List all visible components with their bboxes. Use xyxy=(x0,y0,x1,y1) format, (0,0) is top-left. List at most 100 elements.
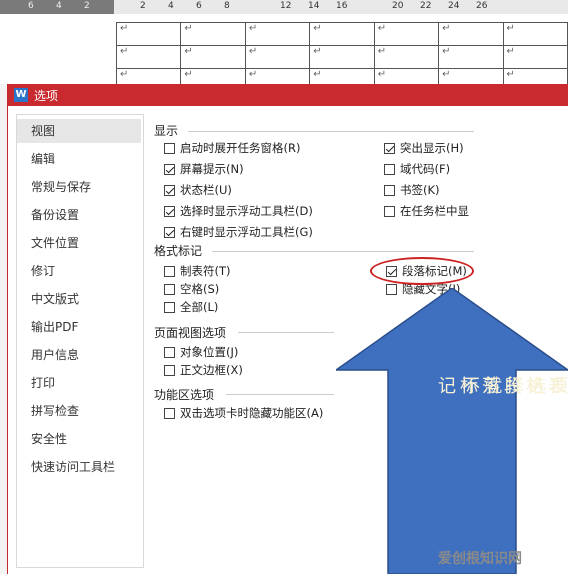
ruler-tick-label: 20 xyxy=(392,1,404,11)
ruler-tick-label: 4 xyxy=(168,1,174,11)
ruler-tick-label: 2 xyxy=(84,1,90,11)
checkbox-unchecked[interactable] xyxy=(164,302,175,313)
checkbox-unchecked[interactable] xyxy=(164,266,175,277)
highlight-circle xyxy=(370,257,474,285)
table-cell[interactable]: ↵ xyxy=(115,22,182,46)
ruler-tick-label: 24 xyxy=(448,1,460,11)
sidebar-item[interactable]: 视图 xyxy=(17,119,141,143)
table-cell[interactable]: ↵ xyxy=(244,22,311,46)
checkbox-checked[interactable] xyxy=(164,164,175,175)
option-label: 启动时展开任务窗格(R) xyxy=(180,141,301,155)
checkbox-unchecked[interactable] xyxy=(164,408,175,419)
watermark-text: 爱创根知识网 xyxy=(438,551,522,567)
section-divider xyxy=(212,251,474,252)
option-label: 域代码(F) xyxy=(400,162,451,176)
option-checkbox-row[interactable]: 双击选项卡时隐藏功能区(A) xyxy=(164,405,323,421)
sidebar-item[interactable]: 安全性 xyxy=(17,427,141,451)
horizontal-ruler[interactable]: 6 4 2 2 4 6 8 12 14 16 20 22 24 26 xyxy=(0,0,568,14)
option-checkbox-row[interactable]: 全部(L) xyxy=(164,299,218,315)
option-checkbox-row[interactable]: 制表符(T) xyxy=(164,263,231,279)
sidebar-item[interactable]: 修订 xyxy=(17,259,141,283)
sidebar-item[interactable]: 用户信息 xyxy=(17,343,141,367)
checkbox-unchecked[interactable] xyxy=(384,164,395,175)
document-page[interactable]: ↵ ↵ ↵ ↵ ↵ ↵ ↵ ↵ ↵ ↵ ↵ ↵ ↵ ↵ ↵ ↵ ↵ ↵ ↵ ↵ ↵ xyxy=(0,14,568,92)
table-cell[interactable]: ↵ xyxy=(309,45,375,69)
option-checkbox-row[interactable]: 域代码(F) xyxy=(384,161,450,177)
sidebar-item[interactable]: 常规与保存 xyxy=(17,175,141,199)
option-label: 屏幕提示(N) xyxy=(180,162,244,176)
option-checkbox-row[interactable]: 屏幕提示(N) xyxy=(164,161,244,177)
document-table[interactable]: ↵ ↵ ↵ ↵ ↵ ↵ ↵ ↵ ↵ ↵ ↵ ↵ ↵ ↵ ↵ ↵ ↵ ↵ ↵ ↵ ↵ xyxy=(115,22,568,92)
option-checkbox-row[interactable]: 正文边框(X) xyxy=(164,362,243,378)
options-sidebar: 视图编辑常规与保存备份设置文件位置修订中文版式输出PDF 用户信息打印拼写检查安全… xyxy=(16,114,144,568)
dialog-title: 选项 xyxy=(34,89,59,103)
sidebar-item[interactable]: 输出PDF xyxy=(17,315,141,339)
sidebar-item[interactable]: 编辑 xyxy=(17,147,141,171)
table-cell[interactable]: ↵ xyxy=(244,45,311,69)
sidebar-item[interactable]: 备份设置 xyxy=(17,203,141,227)
checkbox-unchecked[interactable] xyxy=(164,143,175,154)
option-checkbox-row[interactable]: 在任务栏中显 xyxy=(384,203,469,219)
ruler-tick-label: 6 xyxy=(196,1,202,11)
option-checkbox-row[interactable]: 书签(K) xyxy=(384,182,440,198)
option-label: 选择时显示浮动工具栏(D) xyxy=(180,204,313,218)
table-cell[interactable]: ↵ xyxy=(115,45,182,69)
option-label: 全部(L) xyxy=(180,300,219,314)
ruler-tick-label: 6 xyxy=(28,1,34,11)
ruler-tick-label: 12 xyxy=(280,1,292,11)
section-divider xyxy=(188,131,474,132)
section-divider xyxy=(226,394,334,395)
annotation-line-2: 显示表格段落标记 xyxy=(435,376,568,395)
table-cell[interactable]: ↵ xyxy=(180,22,246,46)
ruler-tick-label: 8 xyxy=(224,1,230,11)
dialog-titlebar[interactable]: W 选项 xyxy=(8,84,568,106)
ruler-tick-label: 26 xyxy=(476,1,488,11)
table-cell[interactable]: ↵ xyxy=(373,45,440,69)
option-checkbox-row[interactable]: 突出显示(H) xyxy=(384,140,464,156)
table-row: ↵ ↵ ↵ ↵ ↵ ↵ ↵ xyxy=(115,22,568,46)
option-label: 突出显示(H) xyxy=(400,141,464,155)
option-checkbox-row[interactable]: 右键时显示浮动工具栏(G) xyxy=(164,224,313,240)
arrow-shape xyxy=(336,288,568,574)
checkbox-checked[interactable] xyxy=(384,143,395,154)
sidebar-item[interactable]: 中文版式 xyxy=(17,287,141,311)
checkbox-checked[interactable] xyxy=(164,185,175,196)
table-row: ↵ ↵ ↵ ↵ ↵ ↵ ↵ xyxy=(115,45,568,69)
ruler-tick-label: 4 xyxy=(56,1,62,11)
sidebar-item[interactable]: 快速访问工具栏 xyxy=(17,455,141,479)
option-checkbox-row[interactable]: 选择时显示浮动工具栏(D) xyxy=(164,203,313,219)
option-checkbox-row[interactable]: 启动时展开任务窗格(R) xyxy=(164,140,300,156)
checkbox-unchecked[interactable] xyxy=(164,347,175,358)
option-label: 双击选项卡时隐藏功能区(A) xyxy=(180,406,324,420)
table-cell[interactable]: ↵ xyxy=(438,22,504,46)
checkbox-checked[interactable] xyxy=(164,227,175,238)
sidebar-item[interactable]: 打印 xyxy=(17,371,141,395)
wps-writer-icon: W xyxy=(14,88,28,102)
section-title-format-marks: 格式标记 xyxy=(154,244,203,258)
option-label: 在任务栏中显 xyxy=(400,204,469,218)
ruler-tick-label: 2 xyxy=(140,1,146,11)
table-cell[interactable]: ↵ xyxy=(180,45,246,69)
ruler-tick-label: 16 xyxy=(336,1,348,11)
checkbox-unchecked[interactable] xyxy=(384,185,395,196)
table-cell[interactable]: ↵ xyxy=(502,45,568,69)
sidebar-item[interactable]: 拼写检查 xyxy=(17,399,141,423)
annotation-arrow xyxy=(336,288,568,574)
option-label: 状态栏(U) xyxy=(180,183,232,197)
checkbox-unchecked[interactable] xyxy=(384,206,395,217)
checkbox-checked[interactable] xyxy=(164,206,175,217)
ruler-tick-label: 22 xyxy=(420,1,432,11)
option-label: 空格(S) xyxy=(180,282,220,296)
sidebar-item[interactable]: 文件位置 xyxy=(17,231,141,255)
option-checkbox-row[interactable]: 状态栏(U) xyxy=(164,182,232,198)
table-cell[interactable]: ↵ xyxy=(502,22,568,46)
option-label: 右键时显示浮动工具栏(G) xyxy=(180,225,313,239)
option-checkbox-row[interactable]: 空格(S) xyxy=(164,281,219,297)
table-cell[interactable]: ↵ xyxy=(373,22,440,46)
checkbox-unchecked[interactable] xyxy=(164,365,175,376)
option-checkbox-row[interactable]: 对象位置(J) xyxy=(164,344,238,360)
section-divider xyxy=(238,332,334,333)
checkbox-unchecked[interactable] xyxy=(164,284,175,295)
table-cell[interactable]: ↵ xyxy=(309,22,375,46)
table-cell[interactable]: ↵ xyxy=(438,45,504,69)
